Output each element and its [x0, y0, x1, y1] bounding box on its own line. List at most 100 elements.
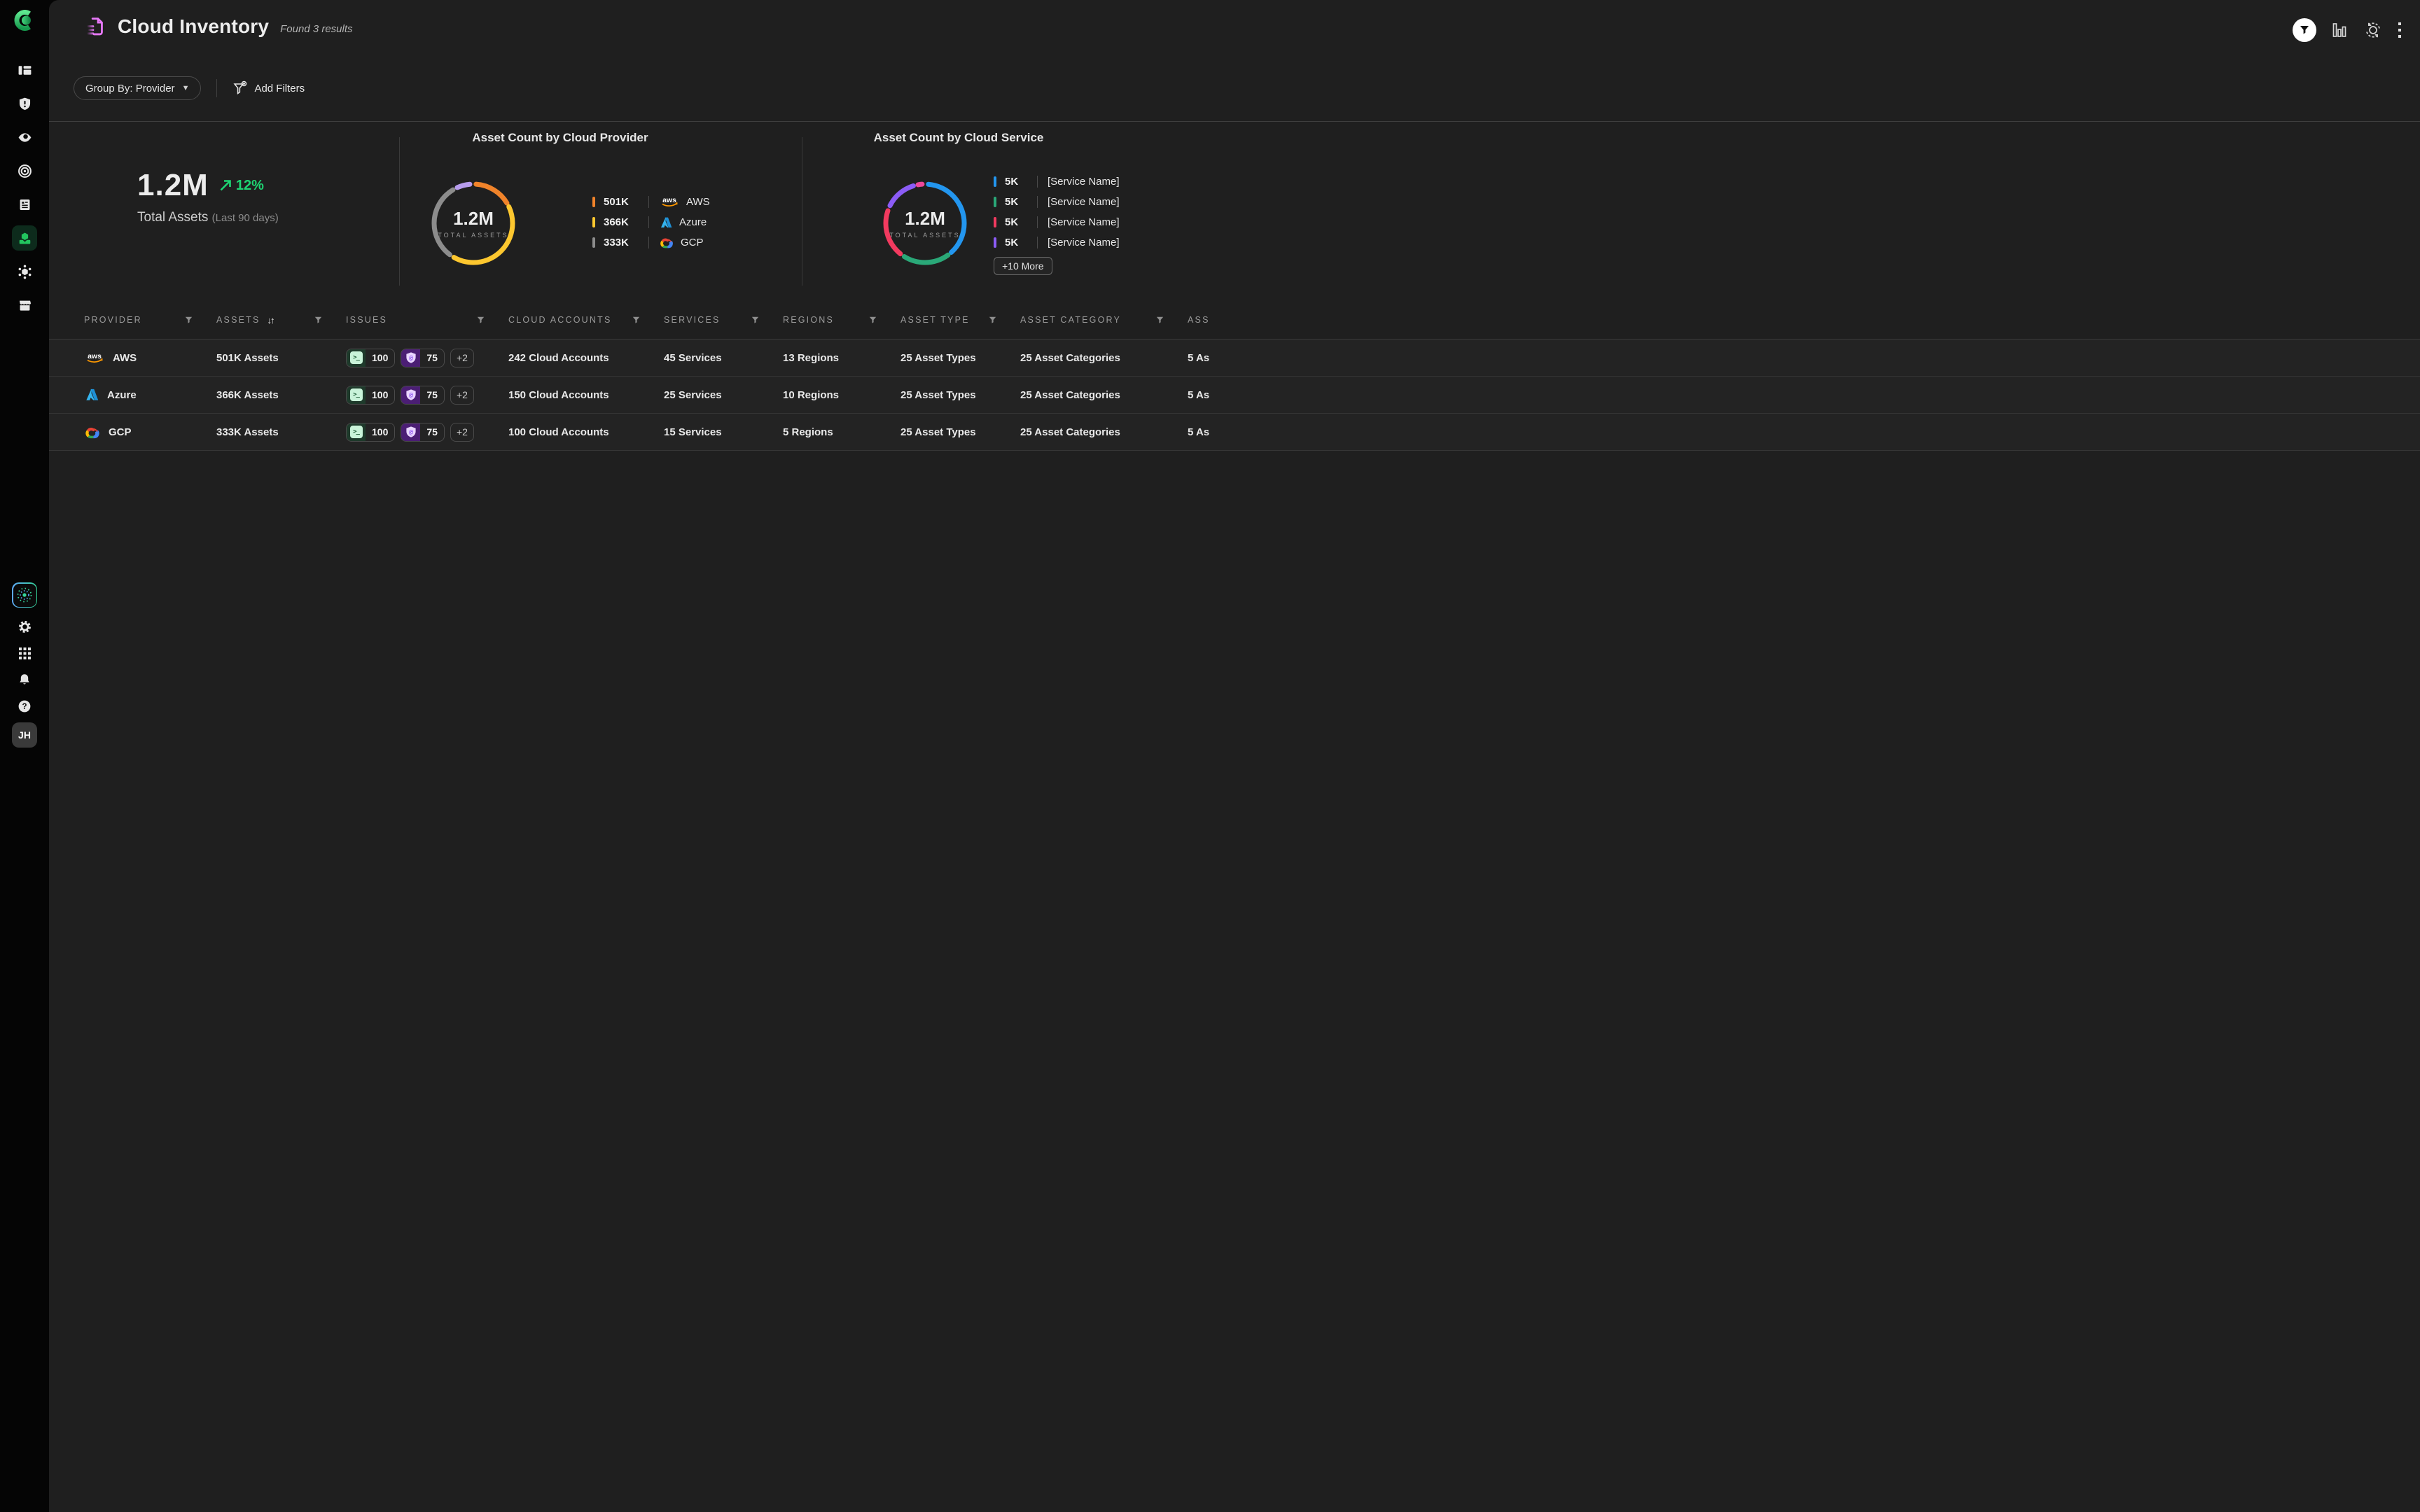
funnel-plus-icon [232, 80, 248, 96]
svg-text:@: @ [409, 355, 413, 362]
more-issues-badge[interactable]: +2 [450, 386, 474, 405]
filter-funnel-icon[interactable] [869, 316, 877, 324]
service-chart-title: Asset Count by Cloud Service [829, 131, 1088, 145]
user-avatar[interactable]: JH [12, 722, 37, 748]
sidebar-item-threats[interactable] [8, 255, 41, 288]
asset-type-cell: 25 Asset Types [900, 389, 1020, 401]
inventory-icon [18, 231, 32, 246]
column-header-assets[interactable]: ASSETS ↓↑ [216, 315, 346, 326]
scan-issues-badge[interactable]: >_ 100 [346, 349, 395, 368]
legend-item-service[interactable]: 5K [Service Name] [994, 232, 1120, 253]
divider [216, 79, 217, 97]
sidebar-item-cloud-inventory[interactable] [12, 225, 37, 251]
legend-tick [994, 217, 996, 227]
provider-donut-chart: 1.2M TOTAL ASSETS [429, 178, 518, 268]
scan-issues-badge[interactable]: >_ 100 [346, 386, 395, 405]
shield-issues-badge[interactable]: @ 75 [401, 423, 445, 442]
shield-issues-badge[interactable]: @ 75 [401, 349, 445, 368]
service-legend: 5K [Service Name] 5K [Service Name] 5K [… [994, 172, 1120, 253]
legend-item-service[interactable]: 5K [Service Name] [994, 172, 1120, 192]
assets-cell: 333K Assets [216, 426, 346, 438]
sidebar-nav [8, 53, 41, 322]
svg-text:?: ? [22, 703, 27, 711]
legend-item-gcp[interactable]: 333K GCP [592, 232, 710, 253]
filter-funnel-icon[interactable] [1156, 316, 1164, 324]
bar-chart-icon [2332, 22, 2349, 38]
app-logo[interactable] [14, 10, 35, 31]
sort-icon[interactable]: ↓↑ [267, 315, 274, 326]
sidebar-item-dashboards[interactable] [8, 53, 41, 87]
terminal-icon: >_ [350, 426, 363, 438]
target-icon [18, 164, 32, 178]
column-header-cloud-accounts[interactable]: CLOUD ACCOUNTS [508, 315, 664, 325]
more-issues-badge[interactable]: +2 [450, 349, 474, 368]
table-row[interactable]: aws AWS 501K Assets >_ 100 @ [49, 340, 2420, 377]
kebab-menu-button[interactable] [2398, 22, 2402, 38]
legend-tick [592, 237, 595, 248]
shield-issues-badge[interactable]: @ 75 [401, 386, 445, 405]
terminal-icon: >_ [350, 388, 363, 401]
issues-cell: >_ 100 @ 75 +2 [346, 386, 508, 405]
sidebar-item-scope[interactable] [8, 154, 41, 188]
sidebar-item-reports[interactable] [8, 188, 41, 221]
trend-up-icon [218, 178, 232, 192]
apps-button[interactable] [11, 640, 38, 666]
total-assets-delta: 12% [236, 178, 264, 194]
shield-icon: @ [405, 351, 417, 364]
sidebar-item-marketplace[interactable] [8, 288, 41, 322]
legend-item-aws[interactable]: 501K aws AWS [592, 192, 710, 212]
filter-funnel-icon[interactable] [185, 316, 193, 324]
legend-item-service[interactable]: 5K [Service Name] [994, 212, 1120, 232]
filter-circle-button[interactable] [2293, 18, 2316, 42]
total-assets-stat: 1.2M 12% Total Assets (Last 90 days) [137, 168, 279, 225]
filter-funnel-icon[interactable] [989, 316, 996, 324]
provider-chart-title: Asset Count by Cloud Provider [431, 131, 690, 145]
table-row[interactable]: GCP 333K Assets >_ 100 @ 75 + [49, 414, 2420, 451]
legend-value: 501K [604, 196, 639, 208]
divider [399, 137, 400, 286]
services-cell: 15 Services [664, 426, 783, 438]
column-header-asset-category[interactable]: ASSET CATEGORY [1020, 315, 1188, 325]
aws-logo: aws [659, 195, 680, 209]
column-header-regions[interactable]: REGIONS [783, 315, 900, 325]
legend-name: [Service Name] [1048, 196, 1120, 208]
column-header-provider[interactable]: PROVIDER [84, 315, 216, 325]
provider-cell: aws AWS [84, 351, 216, 365]
table-row[interactable]: Azure 366K Assets >_ 100 @ 75 [49, 377, 2420, 414]
group-by-dropdown[interactable]: Group By: Provider ▼ [74, 76, 201, 100]
column-header-services[interactable]: SERVICES [664, 315, 783, 325]
filter-funnel-icon[interactable] [477, 316, 485, 324]
sidebar-item-issues[interactable] [8, 87, 41, 120]
column-header-asset-type[interactable]: ASSET TYPE [900, 315, 1020, 325]
column-header-issues[interactable]: ISSUES [346, 315, 508, 325]
legend-item-service[interactable]: 5K [Service Name] [994, 192, 1120, 212]
azure-logo [84, 387, 99, 402]
scan-issues-badge[interactable]: >_ 100 [346, 423, 395, 442]
sync-button[interactable] [2364, 21, 2382, 39]
services-cell: 45 Services [664, 352, 783, 364]
issues-cell: >_ 100 @ 75 +2 [346, 423, 508, 442]
filter-funnel-icon[interactable] [632, 316, 640, 324]
table-header-row: PROVIDER ASSETS ↓↑ ISSUES CLOUD ACCOUNTS… [49, 301, 2420, 340]
filter-funnel-icon[interactable] [314, 316, 322, 324]
more-services-button[interactable]: +10 More [994, 257, 1052, 275]
add-filters-button[interactable]: Add Filters [232, 80, 305, 96]
panels-icon [18, 63, 32, 78]
more-issues-badge[interactable]: +2 [450, 423, 474, 442]
legend-name: [Service Name] [1048, 216, 1120, 228]
service-donut-value: 1.2M [905, 208, 945, 230]
legend-item-azure[interactable]: 366K Azure [592, 212, 710, 232]
column-header-clipped[interactable]: ASS [1188, 315, 2420, 325]
help-button[interactable]: ? [11, 693, 38, 720]
regions-cell: 10 Regions [783, 389, 900, 401]
settings-button[interactable] [11, 613, 38, 640]
grid-icon [18, 647, 32, 660]
store-icon [18, 298, 32, 313]
ai-assistant-button[interactable] [12, 582, 37, 608]
notifications-button[interactable] [11, 666, 38, 693]
eye-icon [18, 130, 32, 145]
filter-funnel-icon[interactable] [751, 316, 759, 324]
sidebar-item-visibility[interactable] [8, 120, 41, 154]
bar-chart-button[interactable] [2332, 22, 2349, 38]
asset-category-cell: 25 Asset Categories [1020, 389, 1188, 401]
